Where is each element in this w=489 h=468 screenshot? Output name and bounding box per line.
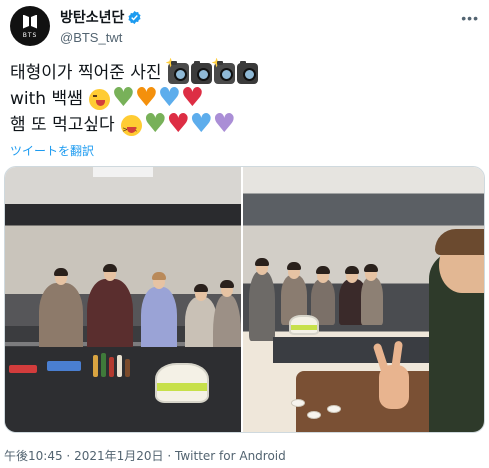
person-hair: [220, 280, 234, 288]
rice-cooker-band: [291, 325, 317, 330]
tweet-line-1: 태형이가 찍어준 사진: [10, 57, 480, 86]
red-heart-icon: [181, 85, 204, 111]
stove: [47, 361, 81, 371]
person-hair: [316, 266, 330, 274]
display-name[interactable]: 방탄소년단: [60, 7, 124, 27]
bowl: [327, 405, 341, 413]
tweet-line-2-text: with 백쌤: [10, 89, 83, 109]
pan: [9, 365, 37, 373]
tweet-time[interactable]: 午後10:45: [4, 447, 63, 464]
squinting-face-with-tongue-icon: [120, 114, 142, 143]
blue-heart-icon: [158, 85, 181, 111]
camera-icon: [190, 60, 212, 84]
media-grid: [4, 166, 485, 433]
person: [87, 279, 133, 357]
person-hair: [287, 262, 301, 270]
bowl: [291, 399, 305, 407]
person-hair: [194, 284, 208, 292]
more-options-icon[interactable]: •••: [461, 10, 479, 26]
avatar-logo-text: BTS: [22, 31, 38, 39]
person-hair: [364, 264, 378, 272]
bowl: [307, 411, 321, 419]
author-names: 방탄소년단 @BTS_twt: [60, 7, 142, 45]
tweet-line-3-text: 햄 또 먹고싶다: [10, 115, 115, 135]
rice-cooker-band: [157, 383, 207, 391]
photo-kitchen-group[interactable]: [5, 167, 241, 432]
camera-with-flash-icon: [165, 57, 189, 84]
handle[interactable]: @BTS_twt: [60, 30, 142, 45]
person-hair: [103, 264, 117, 272]
dining-table: [296, 371, 441, 432]
tweet-date[interactable]: 2021年1月20日: [74, 447, 163, 464]
winking-face-with-tongue-icon: [88, 88, 110, 110]
camera-icon: [236, 60, 258, 84]
display-name-row: 방탄소년단: [60, 7, 142, 27]
range-hood: [93, 167, 153, 177]
tweet-header: BTS 방탄소년단 @BTS_twt •••: [10, 6, 481, 50]
camera-with-flash-icon: [211, 57, 235, 84]
bts-logo-icon: [22, 14, 38, 30]
tweet-text: 태형이가 찍어준 사진 with 백쌤 햄 또 먹고싶다: [10, 57, 480, 143]
person-hair: [152, 272, 166, 280]
person-hair: [255, 258, 269, 266]
person: [361, 277, 383, 325]
tweet-meta: 午後10:45 · 2021年1月20日 · Twitter for Andro…: [4, 447, 286, 464]
selfie-hair: [435, 229, 484, 255]
green-heart-icon: [112, 85, 135, 111]
meta-separator: ·: [167, 449, 172, 463]
tweet-card: BTS 방탄소년단 @BTS_twt ••• 태형이가 찍어준 사진 with …: [0, 0, 489, 468]
tweet-source[interactable]: Twitter for Android: [175, 449, 286, 463]
blue-heart-icon: [190, 111, 213, 137]
person-hair: [345, 266, 359, 274]
tweet-line-3: 햄 또 먹고싶다: [10, 111, 480, 143]
bottle: [125, 359, 130, 377]
tweet-line-2: with 백쌤: [10, 85, 480, 112]
purple-heart-icon: [213, 111, 236, 137]
avatar[interactable]: BTS: [10, 6, 50, 46]
photo-kitchen-selfie[interactable]: [243, 167, 484, 432]
translate-tweet-link[interactable]: ツイートを翻訳: [10, 142, 94, 159]
bottle: [93, 355, 98, 377]
kitchen-island: [273, 337, 453, 363]
verified-badge-icon: [128, 10, 141, 24]
meta-separator: ·: [66, 449, 71, 463]
person: [249, 271, 275, 341]
person: [39, 283, 83, 355]
orange-heart-icon: [135, 85, 158, 111]
bottle: [117, 355, 122, 377]
bottle: [109, 357, 114, 377]
red-heart-icon: [167, 111, 190, 137]
bottle: [101, 353, 106, 377]
person-hair: [54, 268, 68, 276]
green-heart-icon: [144, 111, 167, 137]
